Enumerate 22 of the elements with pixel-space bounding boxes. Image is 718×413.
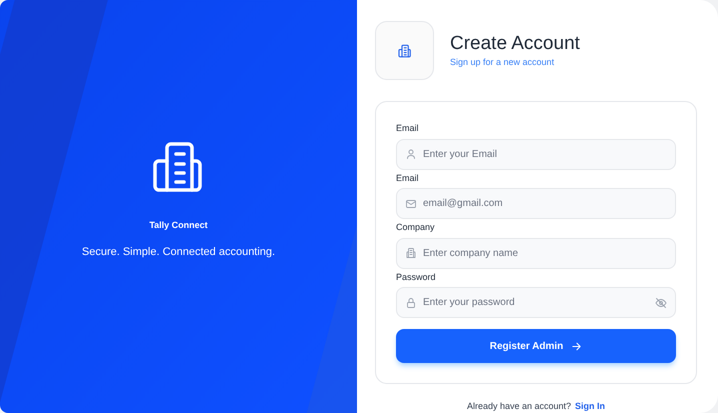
page-subtitle: Sign up for a new account [450,56,556,69]
input-field[interactable]: Enter company name [396,238,676,268]
field-label: Company [396,221,436,234]
brand-name: Tally Connect [149,218,208,232]
user-icon [405,148,417,160]
input-field[interactable]: Enter your password [396,287,676,318]
field-label: Email [396,122,420,135]
input-field[interactable]: email@gmail.com [396,188,676,219]
building-icon [405,247,417,259]
field-label: Email [396,172,420,184]
field-label: Password [396,270,437,284]
register-button[interactable]: Register Admin [396,329,676,363]
eye-off-icon[interactable] [655,296,667,308]
page-title: Create Account [450,32,580,56]
lock-icon [405,296,417,308]
tagline: Secure. Simple. Connected accounting. [82,245,276,260]
arrow-right-icon [571,340,582,352]
mail-icon [405,198,417,210]
sign-in-prompt: Already have an account? [466,400,572,413]
input-field[interactable]: Enter your Email [396,138,676,170]
sign-in-link[interactable]: Sign In [575,400,606,413]
building-icon [398,44,412,58]
